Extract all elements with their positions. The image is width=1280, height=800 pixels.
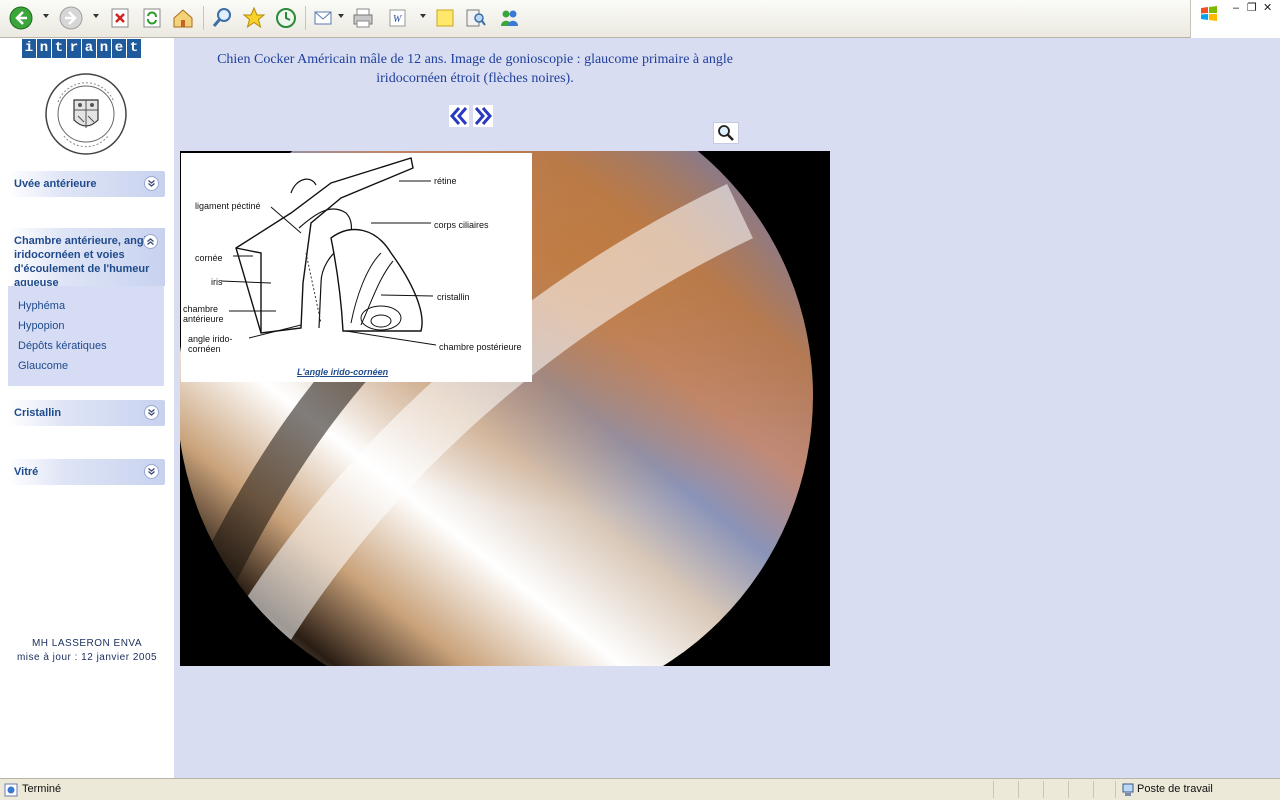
search-icon[interactable] [209,5,235,31]
status-text: Terminé [22,783,62,795]
diagram-label: cristallin [437,292,470,302]
nav-section-cristallin[interactable]: Cristallin [8,400,165,426]
page-done-icon [4,783,18,797]
mail-icon[interactable] [311,5,337,31]
iridocorneal-angle-diagram: rétine ligament péctiné corps ciliaires … [181,153,532,382]
restore-icon[interactable]: ❐ [1247,2,1257,14]
security-zone-label: Poste de travail [1137,783,1213,795]
diagram-label: iris [211,277,223,287]
mail-dropdown-icon[interactable] [338,14,344,18]
browser-toolbar: W – ❐ ✕ [0,0,1280,38]
intranet-letter: n [37,39,51,58]
intranet-letter: t [52,39,66,58]
diagram-label: corps ciliaires [434,220,489,230]
school-seal-logo [45,73,127,155]
minimize-icon[interactable]: – [1233,2,1239,14]
history-icon[interactable] [273,5,299,31]
nav-section-uvee[interactable]: Uvée antérieure [8,171,165,197]
next-image-button[interactable] [473,105,493,127]
diagram-title: L'angle irido-cornéen [297,367,389,377]
edit-dropdown-icon[interactable] [420,14,426,18]
credit-author: MH LASSERON ENVA [31,638,143,649]
favorites-icon[interactable] [241,5,267,31]
windows-flag-icon [1201,6,1217,21]
home-icon[interactable] [170,5,196,31]
print-icon[interactable] [350,5,376,31]
forward-dropdown-icon[interactable] [93,14,99,18]
diagram-label: angle irido-cornéen [188,334,233,354]
diagram-label: cornée [195,253,223,263]
messenger-icon[interactable] [497,5,523,31]
credit-update-date: mise à jour : 12 janvier 2005 [16,652,158,663]
status-bar: Terminé Poste de travail [0,778,1280,800]
diagram-label: ligament péctiné [195,201,261,211]
edit-icon[interactable]: W [385,5,411,31]
intranet-letter: t [127,39,141,58]
refresh-icon[interactable] [139,5,165,31]
submenu-item-hypopion[interactable]: Hypopion [18,320,64,332]
close-icon[interactable]: ✕ [1263,2,1272,14]
double-chevron-left-icon [450,107,468,125]
intranet-letter: i [22,39,36,58]
nav-section-label: Uvée antérieure [14,178,97,190]
intranet-letter: n [97,39,111,58]
diagram-label: rétine [434,176,457,186]
chevron-down-icon[interactable] [144,405,159,420]
windows-logo-area: – ❐ ✕ [1190,0,1280,38]
image-caption: Chien Cocker Américain mâle de 12 ans. I… [217,52,733,86]
back-dropdown-icon[interactable] [43,14,49,18]
left-navigation: i n t r a n e t Uvée antérieure Chambre … [0,38,174,778]
image-navigation [449,105,493,127]
diagram-label: chambre postérieure [439,342,522,352]
submenu-panel: Hyphéma Hypopion Dépôts kératiques Glauc… [8,286,164,386]
intranet-letter: a [82,39,96,58]
chevron-down-icon[interactable] [144,176,159,191]
magnifier-icon [718,125,734,141]
nav-section-label: Cristallin [14,407,62,419]
intranet-logo[interactable]: i n t r a n e t [22,39,141,58]
nav-section-label: Chambre antérieure, angle iridocornéen e… [14,235,153,289]
intranet-letter: e [112,39,126,58]
nav-section-label: Vitré [14,466,39,478]
computer-zone-icon [1122,783,1134,796]
chevron-down-icon[interactable] [144,464,159,479]
stop-icon[interactable] [107,5,133,31]
submenu-item-depots-keratiques[interactable]: Dépôts kératiques [18,340,107,352]
chevron-up-icon[interactable] [143,234,158,249]
discuss-icon[interactable] [432,5,458,31]
nav-section-vitre[interactable]: Vitré [8,459,165,485]
submenu-item-glaucome[interactable]: Glaucome [18,360,68,372]
back-icon[interactable] [8,5,34,31]
submenu-item-hyphema[interactable]: Hyphéma [18,300,65,312]
research-icon[interactable] [463,5,489,31]
nav-section-chambre-anterieure[interactable]: Chambre antérieure, angle iridocornéen e… [8,228,165,289]
forward-icon[interactable] [58,5,84,31]
intranet-letter: r [67,39,81,58]
double-chevron-right-icon [474,107,492,125]
previous-image-button[interactable] [449,105,469,127]
zoom-button[interactable] [713,122,739,144]
main-content: Chien Cocker Américain mâle de 12 ans. I… [174,38,1280,778]
diagram-label: chambre antérieure [183,304,224,324]
